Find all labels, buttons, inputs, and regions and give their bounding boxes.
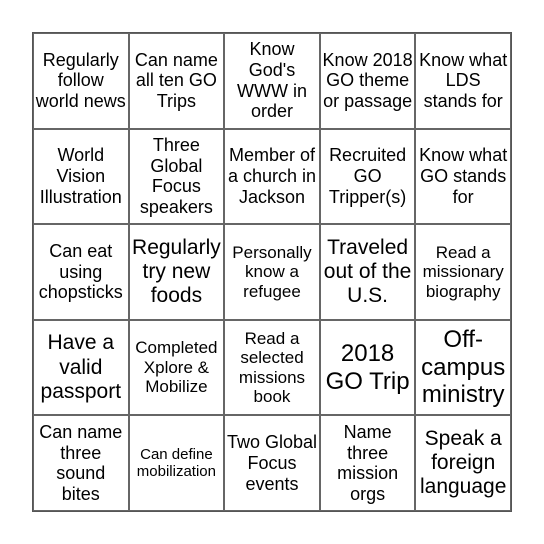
bingo-cell[interactable]: Know what GO stands for <box>415 128 511 225</box>
bingo-board: Regularly follow world news Can name all… <box>32 32 512 512</box>
bingo-cell[interactable]: Regularly follow world news <box>33 33 129 129</box>
bingo-cell[interactable]: 2018 GO Trip <box>319 319 416 416</box>
bingo-cell[interactable]: Name three mission orgs <box>319 415 416 511</box>
bingo-cell[interactable]: Two Global Focus events <box>224 415 320 511</box>
bingo-cell[interactable]: Know God's WWW in order <box>224 33 320 129</box>
bingo-cell[interactable]: Speak a foreign language <box>415 415 511 511</box>
bingo-cell[interactable]: Can name all ten GO Trips <box>128 33 225 129</box>
bingo-cell[interactable]: Traveled out of the U.S. <box>319 224 416 320</box>
bingo-cell[interactable]: World Vision Illustration <box>33 128 129 225</box>
bingo-cell[interactable]: Can eat using chopsticks <box>33 224 129 320</box>
bingo-cell[interactable]: Can define mobilization <box>128 415 225 511</box>
bingo-cell[interactable]: Member of a church in Jackson <box>224 128 320 225</box>
bingo-cell[interactable]: Off-campus ministry <box>415 319 511 416</box>
bingo-cell[interactable]: Have a valid passport <box>33 319 129 416</box>
bingo-cell[interactable]: Completed Xplore & Mobilize <box>128 319 225 416</box>
bingo-cell[interactable]: Regularly try new foods <box>128 224 225 320</box>
bingo-cell[interactable]: Know 2018 GO theme or passage <box>319 33 416 129</box>
bingo-cell[interactable]: Personally know a refugee <box>224 224 320 320</box>
bingo-cell[interactable]: Can name three sound bites <box>33 415 129 511</box>
bingo-cell[interactable]: Read a missionary biography <box>415 224 511 320</box>
bingo-cell[interactable]: Read a selected missions book <box>224 319 320 416</box>
bingo-cell[interactable]: Recruited GO Tripper(s) <box>319 128 416 225</box>
bingo-cell[interactable]: Know what LDS stands for <box>415 33 511 129</box>
bingo-cell[interactable]: Three Global Focus speakers <box>128 128 225 225</box>
